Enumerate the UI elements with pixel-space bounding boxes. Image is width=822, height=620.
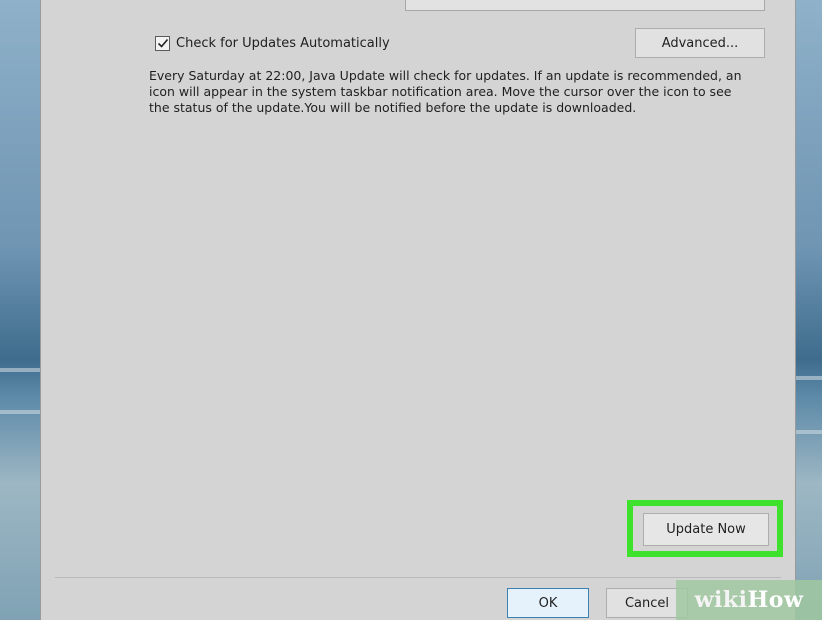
advanced-button[interactable]: Advanced... <box>635 28 765 58</box>
desktop-wallpaper-right <box>794 0 822 620</box>
watermark-part2: How <box>747 587 804 613</box>
ok-button[interactable]: OK <box>507 588 589 618</box>
wikihow-watermark: wiki How <box>676 580 822 620</box>
notify-me-dropdown[interactable] <box>405 0 765 11</box>
auto-update-checkbox-row[interactable]: Check for Updates Automatically <box>155 33 390 53</box>
desktop-wallpaper-left <box>0 0 40 620</box>
java-control-panel-update-dialog: Check for Updates Automatically Advanced… <box>40 0 796 620</box>
auto-update-label: Check for Updates Automatically <box>176 35 390 51</box>
wallpaper-wave <box>794 376 822 380</box>
wallpaper-wave <box>0 410 40 414</box>
wallpaper-wave <box>794 430 822 434</box>
footer-divider <box>55 577 781 578</box>
checkmark-icon <box>157 38 168 48</box>
watermark-part1: wiki <box>694 587 748 613</box>
wallpaper-wave <box>0 368 40 372</box>
auto-update-checkbox[interactable] <box>155 35 170 51</box>
update-schedule-description: Every Saturday at 22:00, Java Update wil… <box>149 68 742 115</box>
update-now-button[interactable]: Update Now <box>643 513 769 546</box>
